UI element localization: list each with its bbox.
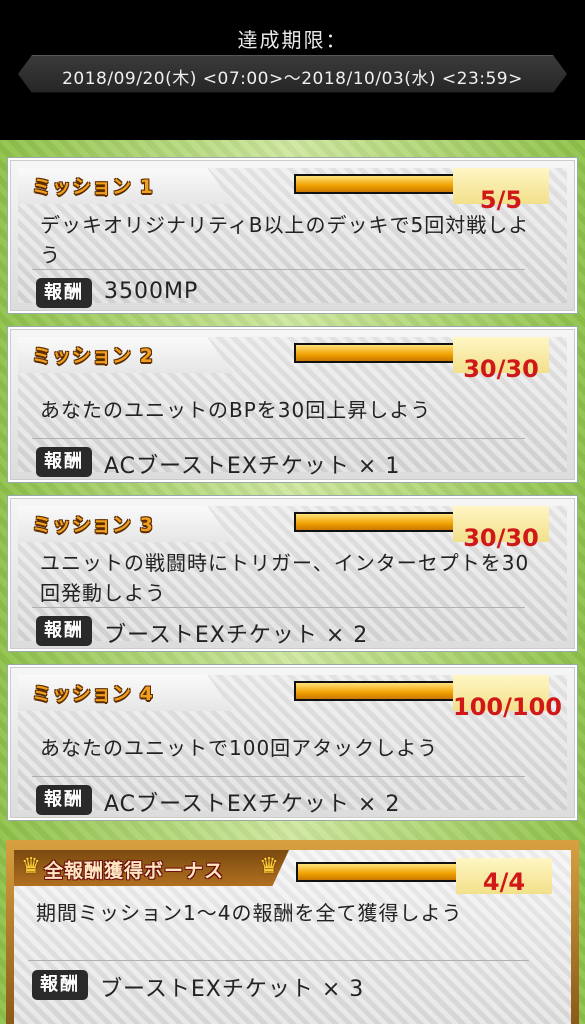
mission-card-4[interactable]: ミッション 4 100/100 あなたのユニットで100回アタックしよう 報酬 …: [8, 665, 577, 820]
mission-title: ミッション 1: [32, 176, 154, 198]
divider: [32, 438, 525, 439]
mission-count: 100/100: [453, 693, 562, 721]
mission-description: デッキオリジナリティB以上のデッキで5回対戦しよう: [40, 213, 530, 267]
reward-label-icon: 報酬: [32, 970, 88, 1000]
crown-left-icon: ♛: [21, 854, 41, 879]
mission-description: あなたのユニットで100回アタックしよう: [40, 736, 439, 760]
mission-progress-bar: [294, 174, 460, 194]
reward-label-icon: 報酬: [36, 278, 92, 308]
divider: [32, 607, 525, 608]
mission-reward: 3500MP: [104, 279, 199, 304]
bonus-progress-bar: [296, 862, 462, 882]
mission-card-2[interactable]: ミッション 2 30/30 あなたのユニットのBPを30回上昇しよう 報酬 AC…: [8, 327, 577, 482]
bonus-progress-fill: [298, 864, 460, 880]
mission-title: ミッション 2: [32, 345, 154, 367]
divider: [32, 269, 525, 270]
mission-count-box: 30/30: [453, 506, 549, 552]
divider: [28, 960, 529, 961]
reward-label-icon: 報酬: [36, 447, 92, 477]
mission-title: ミッション 4: [32, 683, 154, 705]
mission-progress-fill: [296, 345, 458, 361]
period-label: 達成期限：: [237, 28, 348, 52]
mission-description: あなたのユニットのBPを30回上昇しよう: [40, 398, 432, 422]
mission-count-box: 100/100: [453, 675, 562, 721]
bonus-reward: ブーストEXチケット × 3: [100, 977, 365, 1002]
period-bar: 2018/09/20(木) <07:00>〜2018/10/03(水) <23:…: [18, 55, 567, 93]
mission-reward: ブーストEXチケット × 2: [104, 623, 369, 648]
mission-count-box: 30/30: [453, 337, 549, 383]
mission-progress-bar: [294, 512, 460, 532]
mission-progress-bar: [294, 343, 460, 363]
bonus-title: 全報酬獲得ボーナス: [44, 860, 225, 882]
mission-progress-fill: [296, 176, 458, 192]
mission-card-3[interactable]: ミッション 3 30/30 ユニットの戦闘時にトリガー、インターセプトを30回発…: [8, 496, 577, 651]
mission-description: ユニットの戦闘時にトリガー、インターセプトを30回発動しよう: [40, 551, 530, 605]
mission-progress-fill: [296, 683, 458, 699]
period-range: 2018/09/20(木) <07:00>〜2018/10/03(水) <23:…: [62, 69, 523, 89]
mission-reward: ACブーストEXチケット × 1: [104, 454, 401, 479]
bonus-count: 4/4: [482, 868, 526, 896]
bonus-description: 期間ミッション1〜4の報酬を全て獲得しよう: [36, 901, 463, 925]
mission-reward: ACブーストEXチケット × 2: [104, 792, 401, 817]
mission-count-box: 5/5: [453, 168, 549, 214]
divider: [32, 776, 525, 777]
mission-card-1[interactable]: ミッション 1 5/5 デッキオリジナリティB以上のデッキで5回対戦しよう 報酬…: [8, 158, 577, 313]
mission-progress-fill: [296, 514, 458, 530]
mission-title: ミッション 3: [32, 514, 154, 536]
mission-count: 30/30: [463, 355, 539, 383]
reward-label-icon: 報酬: [36, 785, 92, 815]
crown-right-icon: ♛: [259, 854, 279, 879]
bonus-card[interactable]: ♛ 全報酬獲得ボーナス ♛ 4/4 期間ミッション1〜4の報酬を全て獲得しよう …: [6, 840, 579, 1024]
bonus-count-box: 4/4: [456, 858, 552, 896]
header: 達成期限： 2018/09/20(木) <07:00>〜2018/10/03(水…: [0, 0, 585, 140]
mission-progress-bar: [294, 681, 460, 701]
reward-label-icon: 報酬: [36, 616, 92, 646]
